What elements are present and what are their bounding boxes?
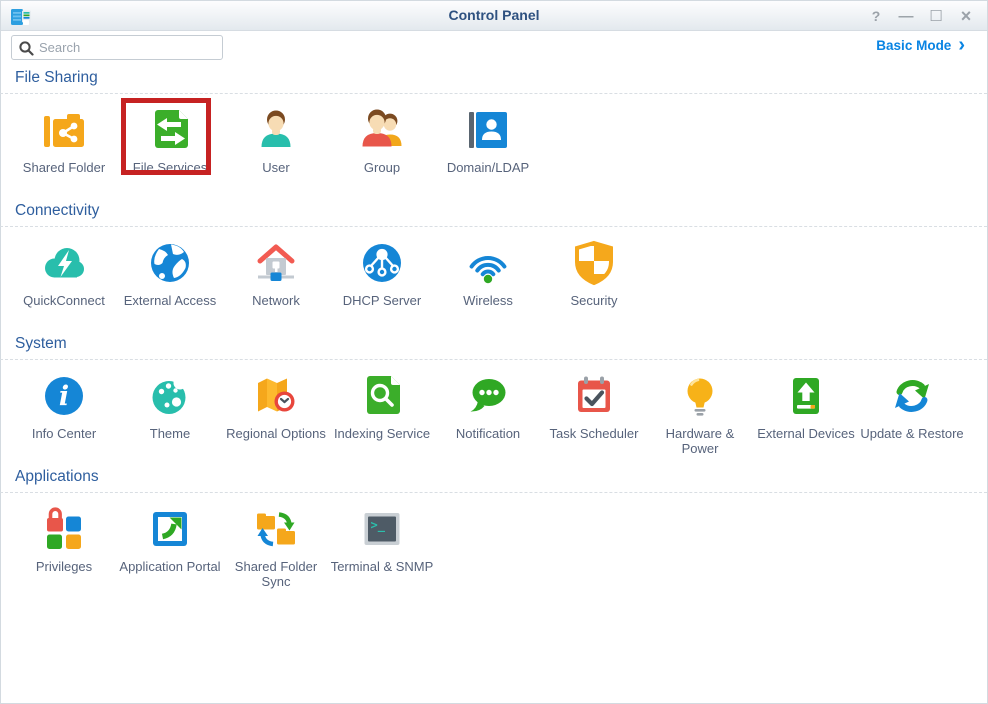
- notification-icon: [463, 371, 513, 421]
- item-hardware-power[interactable]: Hardware & Power: [647, 371, 753, 456]
- section-file-sharing: File Sharing Shared Folder File Services Us…: [11, 69, 987, 198]
- section-title: System: [15, 335, 987, 353]
- search-box: [11, 35, 223, 60]
- toolbar: Basic Mode ›: [1, 31, 987, 65]
- item-label: Shared Folder: [23, 160, 105, 190]
- item-label: Regional Options: [226, 426, 326, 456]
- quickconnect-icon: [39, 238, 89, 288]
- item-wireless[interactable]: Wireless: [435, 238, 541, 323]
- terminal-snmp-icon: [357, 504, 407, 554]
- item-info-center[interactable]: Info Center: [11, 371, 117, 456]
- item-external-devices[interactable]: External Devices: [753, 371, 859, 456]
- item-label: Shared Folder Sync: [224, 559, 328, 589]
- item-label: External Access: [124, 293, 217, 323]
- item-privileges[interactable]: Privileges: [11, 504, 117, 589]
- chevron-right-icon: ›: [958, 39, 965, 52]
- item-application-portal[interactable]: Application Portal: [117, 504, 223, 589]
- item-label: Info Center: [32, 426, 96, 456]
- item-label: Terminal & SNMP: [331, 559, 434, 589]
- search-icon: [18, 40, 34, 56]
- section-divider: [0, 492, 987, 493]
- section-title: Connectivity: [15, 202, 987, 220]
- dhcp-server-icon: [357, 238, 407, 288]
- section-applications: Applications Privileges Application Portal…: [11, 468, 987, 597]
- item-label: Privileges: [36, 559, 92, 589]
- item-label: DHCP Server: [343, 293, 422, 323]
- item-notification[interactable]: Notification: [435, 371, 541, 456]
- section-divider: [0, 226, 987, 227]
- info-center-icon: [39, 371, 89, 421]
- item-network[interactable]: Network: [223, 238, 329, 323]
- item-regional-options[interactable]: Regional Options: [223, 371, 329, 456]
- shared-folder-sync-icon: [251, 504, 301, 554]
- user-icon: [251, 105, 301, 155]
- item-label: Notification: [456, 426, 520, 456]
- item-label: Application Portal: [119, 559, 220, 589]
- section-connectivity: Connectivity QuickConnect External Access N…: [11, 202, 987, 331]
- item-label: Update & Restore: [860, 426, 963, 456]
- help-icon[interactable]: ?: [865, 5, 887, 27]
- section-divider: [0, 93, 987, 94]
- window-title: Control Panel: [1, 7, 987, 23]
- item-indexing-service[interactable]: Indexing Service: [329, 371, 435, 456]
- item-label: Security: [571, 293, 618, 323]
- application-portal-icon: [145, 504, 195, 554]
- basic-mode-label: Basic Mode: [876, 38, 951, 53]
- theme-icon: [145, 371, 195, 421]
- basic-mode-link[interactable]: Basic Mode ›: [876, 38, 965, 53]
- item-label: Wireless: [463, 293, 513, 323]
- item-quickconnect[interactable]: QuickConnect: [11, 238, 117, 323]
- section-title: File Sharing: [15, 69, 987, 87]
- privileges-icon: [39, 504, 89, 554]
- item-label: Indexing Service: [334, 426, 430, 456]
- external-devices-icon: [781, 371, 831, 421]
- item-label: External Devices: [757, 426, 855, 456]
- search-input[interactable]: [11, 35, 223, 60]
- item-task-scheduler[interactable]: Task Scheduler: [541, 371, 647, 456]
- task-scheduler-icon: [569, 371, 619, 421]
- hardware-power-icon: [675, 371, 725, 421]
- network-icon: [251, 238, 301, 288]
- titlebar: Control Panel ? — ☐ ×: [1, 1, 987, 31]
- item-theme[interactable]: Theme: [117, 371, 223, 456]
- item-group[interactable]: Group: [329, 105, 435, 190]
- item-label: Group: [364, 160, 400, 190]
- item-label: File Services: [133, 160, 207, 190]
- item-update-restore[interactable]: Update & Restore: [859, 371, 965, 456]
- group-icon: [357, 105, 407, 155]
- item-label: Domain/LDAP: [447, 160, 529, 190]
- close-icon[interactable]: ×: [955, 5, 977, 27]
- update-restore-icon: [887, 371, 937, 421]
- file-services-icon: [145, 105, 195, 155]
- item-dhcp-server[interactable]: DHCP Server: [329, 238, 435, 323]
- item-shared-folder-sync[interactable]: Shared Folder Sync: [223, 504, 329, 589]
- item-label: QuickConnect: [23, 293, 105, 323]
- section-system: System Info Center Theme Regional Options In…: [11, 335, 987, 464]
- control-panel-sections: File Sharing Shared Folder File Services Us…: [1, 69, 987, 597]
- item-label: Hardware & Power: [648, 426, 752, 456]
- item-external-access[interactable]: External Access: [117, 238, 223, 323]
- window-controls: ? — ☐ ×: [865, 5, 977, 27]
- regional-options-icon: [251, 371, 301, 421]
- security-icon: [569, 238, 619, 288]
- indexing-service-icon: [357, 371, 407, 421]
- domain-ldap-icon: [463, 105, 513, 155]
- item-file-services[interactable]: File Services: [117, 105, 223, 190]
- item-domain-ldap[interactable]: Domain/LDAP: [435, 105, 541, 190]
- item-label: User: [262, 160, 289, 190]
- item-label: Theme: [150, 426, 190, 456]
- item-label: Task Scheduler: [550, 426, 639, 456]
- shared-folder-icon: [39, 105, 89, 155]
- item-shared-folder[interactable]: Shared Folder: [11, 105, 117, 190]
- item-security[interactable]: Security: [541, 238, 647, 323]
- item-label: Network: [252, 293, 300, 323]
- item-terminal-snmp[interactable]: Terminal & SNMP: [329, 504, 435, 589]
- minimize-icon[interactable]: —: [895, 5, 917, 27]
- maximize-icon[interactable]: ☐: [925, 5, 947, 27]
- wireless-icon: [463, 238, 513, 288]
- item-user[interactable]: User: [223, 105, 329, 190]
- external-access-icon: [145, 238, 195, 288]
- section-divider: [0, 359, 987, 360]
- section-title: Applications: [15, 468, 987, 486]
